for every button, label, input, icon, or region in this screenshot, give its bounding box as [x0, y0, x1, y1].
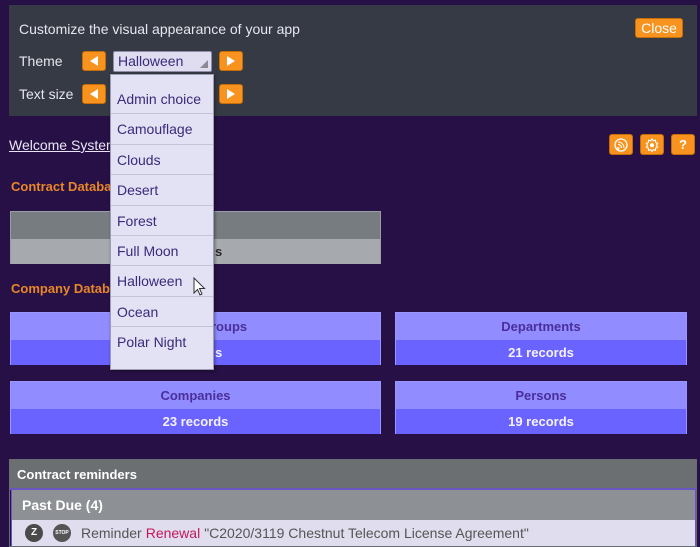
reminder-row[interactable]: Z STOP Reminder Renewal "C2020/3119 Ches…	[11, 520, 696, 546]
reminder-text[interactable]: "C2020/3119 Chestnut Telecom License Agr…	[204, 520, 529, 546]
theme-option-polar-night[interactable]: Polar Night	[111, 327, 213, 357]
snooze-icon[interactable]: Z	[25, 524, 43, 542]
theme-option-clouds[interactable]: Clouds	[111, 145, 213, 176]
arrow-right-icon	[227, 56, 235, 66]
welcome-link[interactable]: Welcome System	[9, 137, 118, 153]
past-due-group[interactable]: Past Due (4)	[11, 490, 696, 520]
mouse-cursor-icon	[193, 277, 206, 296]
contract-reminders-panel: Contract reminders Past Due (4) Z STOP R…	[9, 459, 697, 547]
help-button[interactable]: ?	[671, 134, 695, 155]
arrow-left-icon	[90, 89, 98, 99]
arrow-left-icon	[90, 56, 98, 66]
company-database-title: Company Datab	[11, 281, 110, 296]
theme-next-button[interactable]	[219, 51, 243, 71]
text-size-label: Text size	[19, 86, 74, 102]
text-size-increase-button[interactable]	[219, 84, 243, 104]
card-title: Persons	[396, 382, 686, 409]
close-button[interactable]: Close	[635, 18, 683, 38]
theme-option-desert[interactable]: Desert	[111, 175, 213, 206]
theme-prev-button[interactable]	[82, 51, 106, 71]
text-size-decrease-button[interactable]	[82, 84, 106, 104]
companies-card[interactable]: Companies 23 records	[10, 381, 381, 434]
theme-label: Theme	[19, 53, 63, 69]
rss-button[interactable]	[609, 134, 633, 155]
theme-select[interactable]: Halloween	[113, 51, 212, 72]
stop-icon[interactable]: STOP	[53, 524, 71, 542]
theme-option-full-moon[interactable]: Full Moon	[111, 236, 213, 267]
persons-card[interactable]: Persons 19 records	[395, 381, 687, 434]
reminders-title: Contract reminders	[10, 460, 696, 490]
card-count: 19 records	[396, 409, 686, 434]
contract-database-title: Contract Databa	[11, 179, 112, 194]
theme-option-camouflage[interactable]: Camouflage	[111, 114, 213, 145]
dropdown-arrow-icon	[200, 60, 208, 68]
departments-card[interactable]: Departments 21 records	[395, 312, 687, 365]
card-count: 21 records	[396, 340, 686, 365]
theme-option-forest[interactable]: Forest	[111, 206, 213, 236]
theme-option-ocean[interactable]: Ocean	[111, 297, 213, 328]
reminder-label: Reminder	[81, 525, 142, 541]
theme-select-value: Halloween	[118, 53, 184, 69]
theme-dropdown-list: Admin choice Camouflage Clouds Desert Fo…	[110, 74, 214, 370]
reminder-type: Renewal	[145, 525, 201, 541]
customize-title: Customize the visual appearance of your …	[19, 21, 300, 37]
card-title: Companies	[11, 382, 380, 409]
card-count: 23 records	[11, 409, 380, 434]
arrow-right-icon	[227, 89, 235, 99]
theme-option-admin-choice[interactable]: Admin choice	[111, 84, 213, 115]
help-icon: ?	[679, 137, 687, 152]
gear-icon	[645, 137, 659, 152]
settings-button[interactable]	[640, 134, 664, 155]
rss-icon	[614, 137, 628, 152]
card-title: Departments	[396, 313, 686, 340]
